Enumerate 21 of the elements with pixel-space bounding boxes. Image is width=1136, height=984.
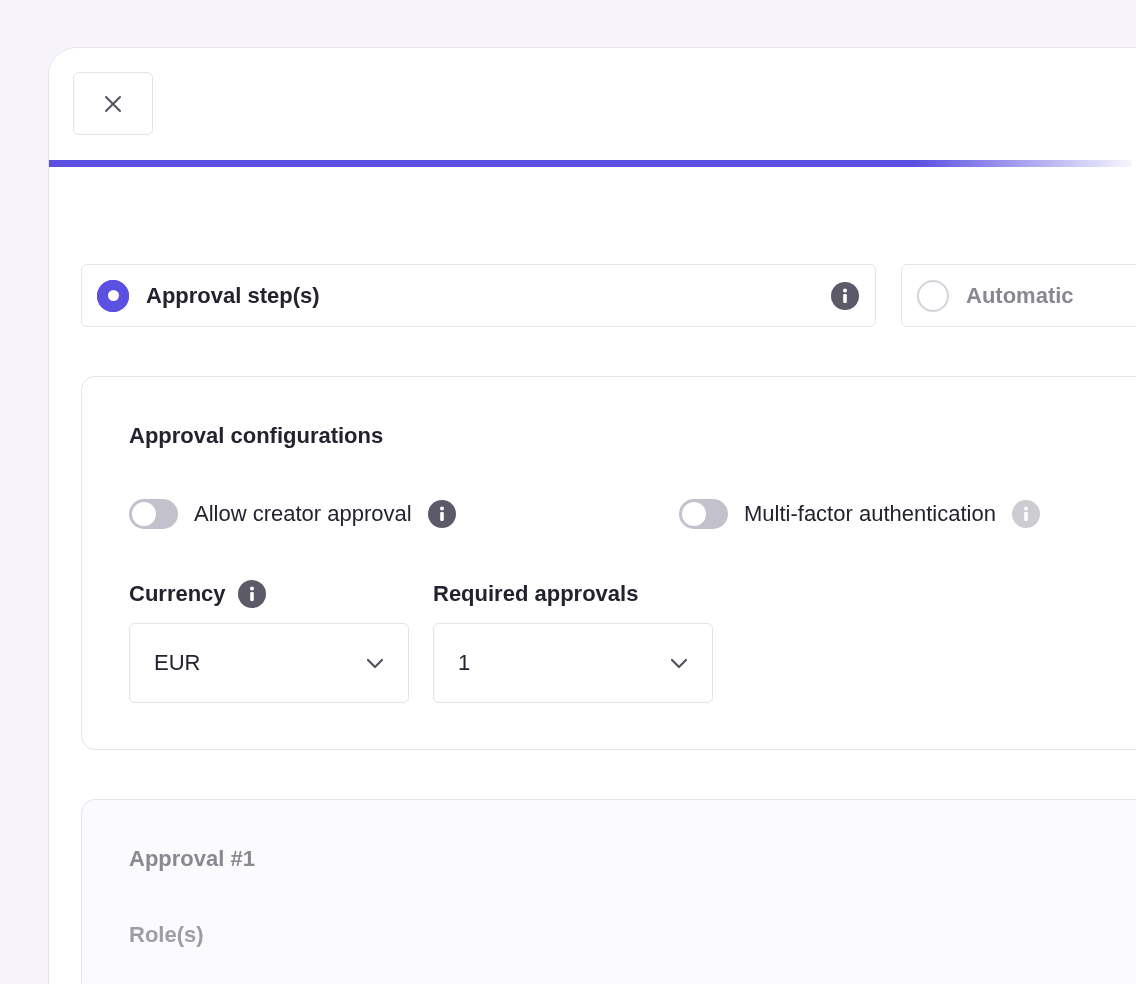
chevron-down-icon: [366, 657, 384, 669]
dropdown-select[interactable]: EUR: [129, 623, 409, 703]
toggle-label: Allow creator approval: [194, 501, 412, 527]
approval-mode-option[interactable]: Approval step(s): [81, 264, 876, 327]
radio-button[interactable]: [917, 279, 949, 312]
close-icon: [104, 94, 122, 113]
close-button[interactable]: [73, 72, 153, 135]
section-title: Approval configurations: [129, 423, 385, 449]
radio-button[interactable]: [97, 279, 129, 312]
toggle-switch[interactable]: [679, 499, 728, 529]
option-label: Approval step(s): [146, 282, 321, 309]
option-label: Automatic: [966, 282, 1075, 309]
field-label: Role(s): [129, 922, 205, 948]
field-label: Required approvals: [433, 581, 639, 607]
toggle-switch[interactable]: [129, 499, 178, 529]
field-label: Currency: [129, 581, 226, 607]
chevron-down-icon: [670, 657, 688, 669]
section-title: Approval #1: [129, 846, 256, 872]
approval-mode-option[interactable]: Automatic: [901, 264, 1136, 327]
dropdown-select[interactable]: 1: [433, 623, 713, 703]
toggle-label: Multi-factor authentication: [744, 501, 996, 527]
